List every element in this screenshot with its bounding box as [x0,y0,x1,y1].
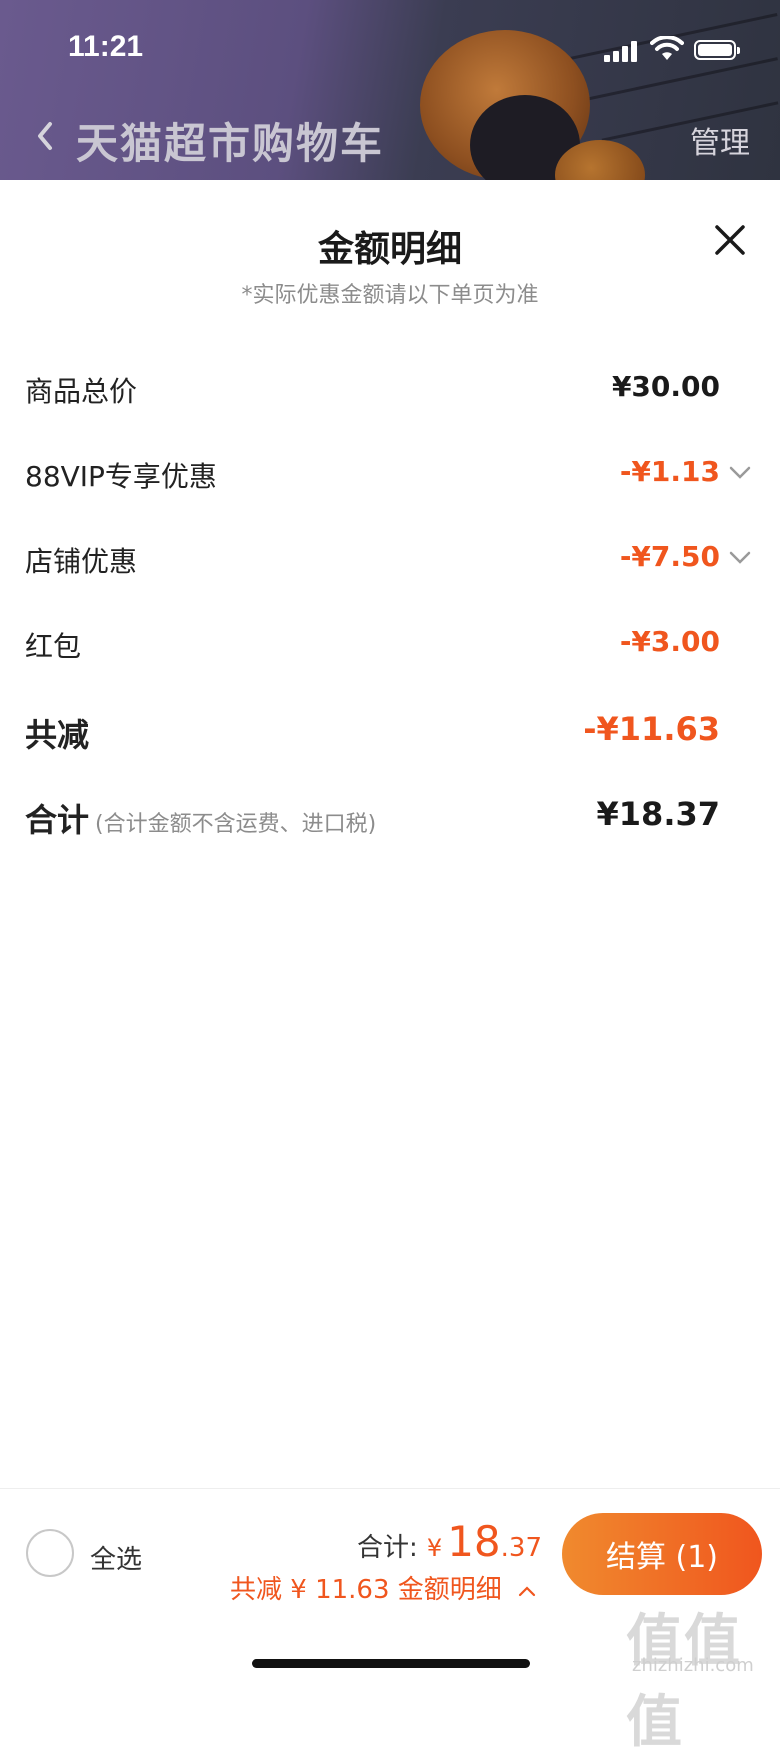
chevron-up-icon [518,1585,536,1596]
sheet-title: 金额明细 [317,229,462,270]
wifi-icon [650,36,684,60]
cellular-signal-icon [604,40,640,62]
footer-total-label: 合计: [356,1533,418,1563]
battery-icon [694,40,740,60]
amount-detail-toggle[interactable]: 共减 ¥ 11.63 金额明细 [230,1569,536,1606]
row-value: -¥3.00 [619,625,720,658]
row-label: 合计 (合计金额不含运费、进口税) [25,795,376,841]
close-icon[interactable] [712,222,748,258]
row-label: 88VIP专享优惠 [25,460,217,493]
status-bar: 11:21 [0,0,780,90]
watermark-logo: 值值值 [626,1609,742,1755]
row-label: 商品总价 [25,375,138,408]
footer-total-integer: 18 [447,1517,501,1566]
row-value: -¥11.63 [583,710,720,748]
chevron-down-icon[interactable] [728,550,752,566]
back-chevron-icon[interactable] [32,118,58,154]
row-value: -¥7.50 [619,540,720,573]
savings-text: 共减 ¥ 11.63 金额明细 [230,1575,502,1605]
row-label: 红包 [25,630,82,663]
manage-button[interactable]: 管理 [690,118,750,162]
footer-total-decimal: .37 [500,1533,542,1563]
amount-detail-sheet: 金额明细 *实际优惠金额请以下单页为准 商品总价 ¥30.00 88VIP专享优… [0,180,780,1488]
home-indicator[interactable] [252,1659,530,1668]
sheet-disclaimer: *实际优惠金额请以下单页为准 [241,283,539,308]
row-88vip-discount[interactable]: 88VIP专享优惠 -¥1.13 [0,445,780,505]
row-label: 店铺优惠 [25,545,138,578]
select-all-radio[interactable] [26,1529,74,1577]
row-value: -¥1.13 [619,455,720,488]
status-time: 11:21 [68,30,144,63]
page-title: 天猫超市购物车 [76,119,385,168]
row-grand-total: 合计 (合计金额不含运费、进口税) ¥18.37 [0,785,780,845]
row-total-reduction: 共减 -¥11.63 [0,700,780,760]
footer-total-currency: ¥ [426,1534,443,1562]
watermark-url: zhizhizhi.com [632,1655,754,1676]
row-item-total: 商品总价 ¥30.00 [0,360,780,420]
row-value: ¥18.37 [596,795,720,833]
page-header: 11:21 天猫超市购物车 管理 [0,0,780,180]
footer-total: 合计: ¥ 18.37 [357,1517,542,1566]
checkout-button[interactable]: 结算 (1) [562,1513,762,1595]
select-all-label[interactable]: 全选 [90,1539,142,1576]
row-label: 共减 [25,716,90,754]
row-value: ¥30.00 [611,370,720,403]
grand-total-label: 合计 [25,801,90,839]
row-red-packet: 红包 -¥3.00 [0,615,780,675]
row-store-discount[interactable]: 店铺优惠 -¥7.50 [0,530,780,590]
grand-total-note: (合计金额不含运费、进口税) [95,812,377,837]
chevron-down-icon[interactable] [728,465,752,481]
